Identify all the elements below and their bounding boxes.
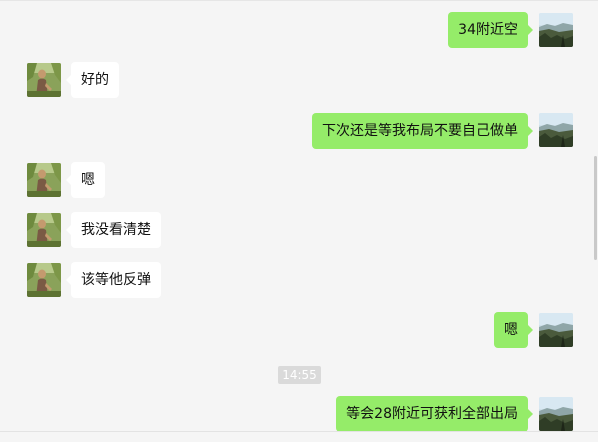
- contact-avatar-icon[interactable]: [27, 63, 61, 97]
- self-avatar-icon[interactable]: [539, 397, 573, 431]
- contact-avatar-icon[interactable]: [27, 263, 61, 297]
- message-bubble-received[interactable]: 嗯: [66, 162, 105, 198]
- message-bubble-received[interactable]: 该等他反弹: [66, 262, 161, 298]
- contact-avatar-icon[interactable]: [27, 213, 61, 247]
- message-bubble-received[interactable]: 好的: [66, 62, 119, 98]
- self-avatar-icon[interactable]: [539, 13, 573, 47]
- message-bubble-sent[interactable]: 嗯: [494, 312, 533, 348]
- timestamp-badge: 14:55: [278, 366, 321, 384]
- message-bubble-sent[interactable]: 等会28附近可获利全部出局: [336, 396, 533, 432]
- input-area[interactable]: [0, 432, 598, 442]
- message-bubble-received[interactable]: 我没看清楚: [66, 212, 161, 248]
- top-divider: [0, 0, 598, 1]
- scrollbar-thumb[interactable]: [594, 156, 597, 260]
- self-avatar-icon[interactable]: [539, 113, 573, 147]
- message-bubble-sent[interactable]: 下次还是等我布局不要自己做单: [312, 113, 533, 149]
- chat-window: 34附近空 好的 下次还是等我布局不要自己做单 嗯 我没看清楚 该等他反弹 嗯 …: [0, 0, 598, 442]
- message-bubble-sent[interactable]: 34附近空: [448, 12, 533, 48]
- contact-avatar-icon[interactable]: [27, 163, 61, 197]
- self-avatar-icon[interactable]: [539, 313, 573, 347]
